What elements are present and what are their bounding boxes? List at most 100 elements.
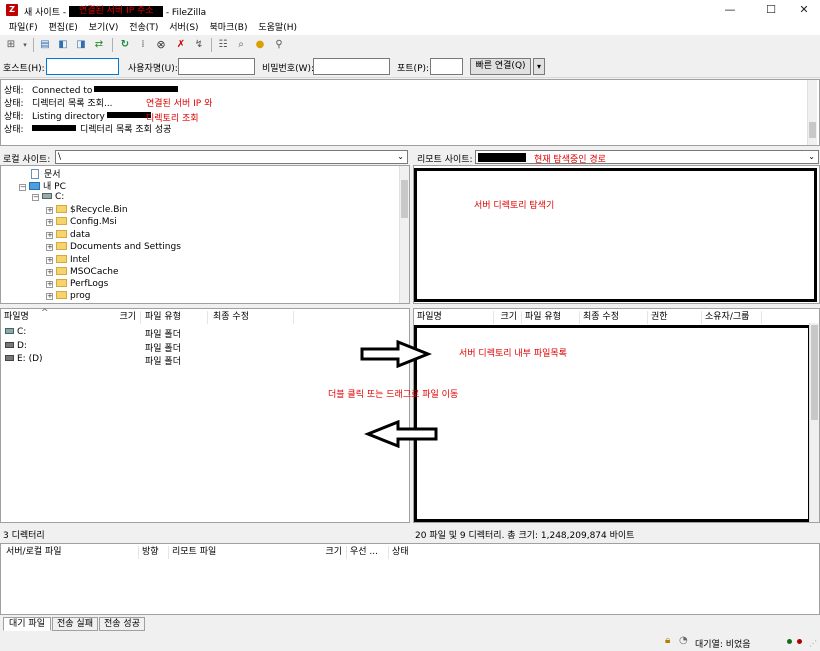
tree-folder[interactable]: + Documents and Settings [46, 242, 181, 252]
col-filetype[interactable]: 파일 유형 [142, 311, 208, 324]
folder-icon [56, 217, 67, 225]
process-queue-icon[interactable]: ⁞ [136, 38, 150, 52]
tab-successful-transfers[interactable]: 전송 성공 [99, 617, 145, 631]
search-icon[interactable]: ⌕ [234, 38, 248, 52]
directory-filter-icon[interactable]: ☷ [216, 38, 230, 52]
col-size[interactable]: 크기 [86, 311, 141, 324]
col-modified[interactable]: 최종 수정 [210, 311, 294, 324]
queue-col-priority[interactable]: 우선 ... [347, 546, 389, 559]
log-text: Listing directory [32, 112, 105, 122]
username-input[interactable] [178, 58, 255, 75]
title-suffix: - FileZilla [162, 8, 207, 18]
expand-icon[interactable]: + [46, 281, 53, 288]
maximize-button[interactable]: ☐ [755, 0, 787, 21]
speed-limit-icon[interactable]: ◔ [679, 635, 688, 646]
table-row[interactable]: D: [5, 341, 27, 351]
port-input[interactable] [430, 58, 463, 75]
toolbar-separator [211, 38, 212, 52]
menu-view[interactable]: 보기(V) [85, 21, 123, 35]
host-input[interactable] [46, 58, 119, 75]
tree-folder[interactable]: + Intel [46, 255, 90, 265]
menu-help[interactable]: 도움말(H) [254, 21, 301, 35]
toolbar-separator [33, 38, 34, 52]
window-title: 새 사이트 - 연결된 서버 IP 주소 - FileZilla [24, 5, 206, 18]
log-line: 상태: 디렉터리 목록 조회... [4, 96, 113, 109]
collapse-icon[interactable]: − [19, 184, 26, 191]
disconnect-icon[interactable]: ✗ [174, 38, 188, 52]
remote-path-input[interactable]: 현재 탐색중인 경로 ⌄ [475, 150, 819, 165]
local-path-dropdown-icon[interactable]: ⌄ [397, 152, 404, 162]
remote-list-scroll-thumb[interactable] [811, 325, 818, 420]
table-row[interactable]: E: (D) [5, 354, 43, 364]
quickconnect-bar: 호스트(H): 사용자명(U): 비밀번호(W): 포트(P): 빠른 연결(Q… [0, 55, 820, 78]
queue-col-file[interactable]: 서버/로컬 파일 [3, 546, 139, 559]
queue-col-status[interactable]: 상태 [389, 546, 469, 559]
tree-item-label: Intel [70, 255, 90, 265]
expand-icon[interactable]: + [46, 257, 53, 264]
toggle-local-tree-icon[interactable]: ◧ [56, 38, 70, 52]
toggle-remote-tree-icon[interactable]: ◨ [74, 38, 88, 52]
remote-status: 20 파일 및 9 디렉터리. 총 크기: 1,248,209,874 바이트 [415, 531, 635, 541]
menu-server[interactable]: 서버(S) [165, 21, 202, 35]
queue-col-direction[interactable]: 방향 [139, 546, 169, 559]
remote-path-dropdown-icon[interactable]: ⌄ [808, 152, 815, 161]
col-label: 파일명 [4, 312, 29, 322]
sync-browse-icon[interactable]: ● [253, 38, 267, 52]
toggle-log-icon[interactable]: ▤ [38, 38, 52, 52]
local-tree-scroll-thumb[interactable] [401, 180, 408, 218]
table-row[interactable]: C: [5, 327, 26, 337]
username-label: 사용자명(U): [128, 64, 178, 74]
tree-folder[interactable]: + data [46, 230, 90, 240]
site-manager-icon[interactable]: ⊞ [4, 38, 18, 52]
log-scroll-thumb[interactable] [809, 122, 816, 138]
log-line: 상태: Listing directory [4, 109, 151, 122]
quickconnect-dropdown-icon[interactable]: ▾ [533, 58, 545, 75]
cancel-icon[interactable]: ⊗ [154, 38, 168, 52]
expand-icon[interactable]: + [46, 219, 53, 226]
menu-file[interactable]: 파일(F) [5, 21, 42, 35]
site-manager-dropdown-icon[interactable]: ▾ [18, 38, 32, 52]
local-tree-scrollbar[interactable] [399, 166, 409, 303]
col-owner-group[interactable]: 소유자/그룹 [702, 311, 762, 324]
close-button[interactable]: ✕ [788, 0, 820, 21]
expand-icon[interactable]: + [46, 207, 53, 214]
queue-col-size[interactable]: 크기 [311, 546, 347, 559]
minimize-button[interactable]: — [714, 0, 746, 21]
quickconnect-button[interactable]: 빠른 연결(Q) [470, 58, 531, 75]
collapse-icon[interactable]: − [32, 194, 39, 201]
col-permissions[interactable]: 권한 [648, 311, 702, 324]
expand-icon[interactable]: + [46, 293, 53, 300]
col-modified[interactable]: 최종 수정 [580, 311, 648, 324]
toggle-queue-icon[interactable]: ⇄ [92, 38, 106, 52]
menu-edit[interactable]: 편집(E) [45, 21, 82, 35]
col-filename[interactable]: 파일명 [414, 311, 494, 324]
status-bar: 🔒︎ ◔ 대기열: 비었음 ⋰ [0, 633, 820, 651]
tree-folder[interactable]: + Config.Msi [46, 217, 117, 227]
tree-folder[interactable]: + PerfLogs [46, 279, 108, 289]
expand-icon[interactable]: + [46, 269, 53, 276]
tab-failed-transfers[interactable]: 전송 실패 [52, 617, 98, 631]
col-size[interactable]: 크기 [494, 311, 522, 324]
tree-item-my-pc[interactable]: − 내 PC [19, 179, 66, 192]
log-label: 상태: [4, 86, 24, 96]
expand-icon[interactable]: + [46, 244, 53, 251]
tree-item-drive-c[interactable]: − C: [32, 192, 64, 202]
col-filetype[interactable]: 파일 유형 [522, 311, 580, 324]
menu-bookmarks[interactable]: 북마크(B) [205, 21, 251, 35]
local-path-input[interactable]: \ ⌄ [55, 150, 408, 164]
log-scrollbar[interactable] [807, 80, 817, 145]
tab-queued-files[interactable]: 대기 파일 [3, 617, 51, 631]
folder-icon [56, 230, 67, 238]
tree-folder[interactable]: + $Recycle.Bin [46, 205, 128, 215]
password-input[interactable] [313, 58, 390, 75]
resize-grip-icon[interactable]: ⋰ [809, 639, 817, 648]
expand-icon[interactable]: + [46, 232, 53, 239]
find-files-icon[interactable]: ⚲ [272, 38, 286, 52]
refresh-icon[interactable]: ↻ [118, 38, 132, 52]
remote-list-scrollbar[interactable] [809, 323, 819, 522]
tree-folder[interactable]: + prog [46, 291, 90, 301]
tree-folder[interactable]: + MSOCache [46, 267, 119, 277]
reconnect-icon[interactable]: ↯ [192, 38, 206, 52]
menu-transfer[interactable]: 전송(T) [125, 21, 162, 35]
local-file-list: 파일명 ^ 크기 파일 유형 최종 수정 C: 파일 폴더 D: 파일 폴더 E:… [0, 308, 410, 523]
